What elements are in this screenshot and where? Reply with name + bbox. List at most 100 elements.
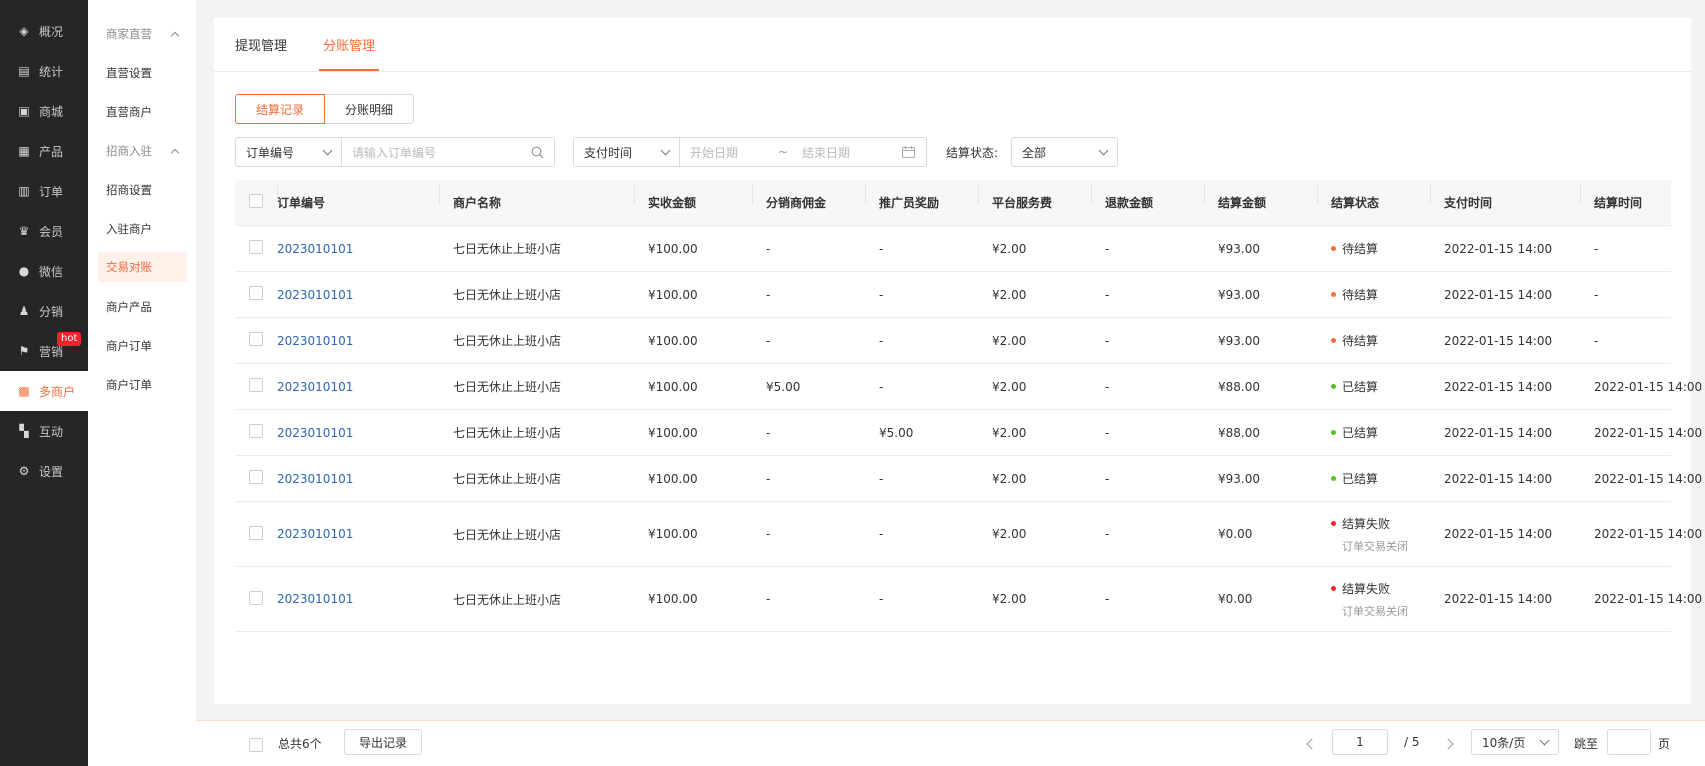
next-page-icon[interactable] <box>1442 738 1454 750</box>
fee-value: ¥2.00 <box>992 379 1027 394</box>
jump-label: 跳至 <box>1574 737 1599 751</box>
nav-item-chart[interactable]: ▤ 统计 <box>0 51 88 91</box>
refund-cell: - <box>1091 592 1204 606</box>
fee-value: ¥2.00 <box>992 287 1027 302</box>
row-checkbox[interactable] <box>249 286 263 300</box>
nav-item-order[interactable]: ▥ 订单 <box>0 171 88 211</box>
subnav-item-direct-merchants[interactable]: 直营商户 <box>88 92 196 131</box>
status-text: 待结算 <box>1342 334 1379 348</box>
order-link[interactable]: 2023010101 <box>277 380 353 394</box>
pay-time-cell: 2022-01-15 14:00 <box>1430 288 1580 302</box>
settle-time-cell: - <box>1580 288 1705 302</box>
row-checkbox[interactable] <box>249 590 263 605</box>
prev-page-icon[interactable] <box>1306 738 1318 750</box>
settle-cell: ¥0.00 <box>1204 527 1317 541</box>
order-link[interactable]: 2023010101 <box>277 288 353 302</box>
status-filter-select[interactable]: 全部 <box>1011 137 1118 167</box>
settle-time-cell: - <box>1580 242 1705 256</box>
column-header: 结算状态 <box>1317 184 1430 211</box>
order-link[interactable]: 2023010101 <box>277 527 353 541</box>
nav-item-interact[interactable]: ▚ 互动 <box>0 411 88 451</box>
date-range-picker[interactable]: 开始日期 ~ 结束日期 <box>679 137 927 167</box>
order-link[interactable]: 2023010101 <box>277 592 353 606</box>
received-cell: ¥100.00 <box>634 288 752 302</box>
row-checkbox-cell <box>235 332 277 349</box>
settle-time-cell: 2022-01-15 14:00 <box>1580 527 1705 541</box>
reward-cell: - <box>865 592 978 606</box>
nav-item-gear[interactable]: ⚙ 设置 <box>0 451 88 491</box>
refund-value: - <box>1105 471 1110 486</box>
fee-value: ¥2.00 <box>992 527 1027 541</box>
end-date-input[interactable]: 结束日期 <box>802 144 902 161</box>
reward-cell: - <box>865 334 978 348</box>
tab-withdraw[interactable]: 提现管理 <box>235 17 287 71</box>
settle-time-value: 2022-01-15 14:00 <box>1594 471 1703 486</box>
nav-item-label: 微信 <box>39 264 64 279</box>
start-date-input[interactable]: 开始日期 <box>690 144 778 161</box>
row-checkbox[interactable] <box>249 470 263 484</box>
order-field-select[interactable]: 订单编号 <box>235 137 342 167</box>
fee-value: ¥2.00 <box>992 471 1027 486</box>
select-all-checkbox[interactable] <box>249 194 263 208</box>
subnav-item-joined-merchants[interactable]: 入驻商户 <box>88 209 196 248</box>
nav-item-layers[interactable]: ◈ 概况 <box>0 11 88 51</box>
settle-cell: ¥93.00 <box>1204 472 1317 486</box>
nav-item-user[interactable]: ♟ 分销 <box>0 291 88 331</box>
page-size-select[interactable]: 10条/页 <box>1471 729 1559 755</box>
order-link[interactable]: 2023010101 <box>277 472 353 486</box>
subnav-item-merchant-orders-2[interactable]: 商户订单 <box>88 365 196 404</box>
nav-item-merchant[interactable]: ▩ 多商户 <box>0 371 88 411</box>
order-search-input[interactable]: 请输入订单编号 <box>341 137 555 167</box>
nav-item-wechat[interactable]: ● 微信 <box>0 251 88 291</box>
tab-split[interactable]: 分账管理 <box>319 17 380 71</box>
page-input[interactable]: 1 <box>1332 729 1388 755</box>
pay-time-cell: 2022-01-15 14:00 <box>1430 334 1580 348</box>
order-link[interactable]: 2023010101 <box>277 242 353 256</box>
subnav-item-invite-settings[interactable]: 招商设置 <box>88 170 196 209</box>
status-filter-label: 结算状态: <box>946 146 999 160</box>
merchant-value: 七日无休止上班小店 <box>453 527 562 542</box>
row-checkbox[interactable] <box>249 525 263 540</box>
settle-value: ¥88.00 <box>1218 425 1260 440</box>
subnav-group-direct[interactable]: 商家直营 <box>88 14 196 53</box>
jump-input[interactable] <box>1607 729 1651 755</box>
status-text: 已结算 <box>1342 426 1379 440</box>
merchant-cell: 七日无休止上班小店 <box>439 424 634 441</box>
segment-split-details[interactable]: 分账明细 <box>325 94 415 124</box>
commission-cell: - <box>752 592 865 606</box>
settle-cell: ¥0.00 <box>1204 592 1317 606</box>
time-field-select[interactable]: 支付时间 <box>573 137 680 167</box>
order-link[interactable]: 2023010101 <box>277 426 353 440</box>
subnav-item-reconciliation[interactable]: 交易对账 <box>98 252 187 282</box>
select-all-checkbox-footer[interactable] <box>249 738 263 752</box>
segment-settlement-records[interactable]: 结算记录 <box>235 94 326 124</box>
row-checkbox[interactable] <box>249 424 263 438</box>
fee-cell: ¥2.00 <box>978 334 1091 348</box>
merchant-cell: 七日无休止上班小店 <box>439 470 634 487</box>
subnav-item-merchant-orders[interactable]: 商户订单 <box>88 326 196 365</box>
subnav-item-merchant-products[interactable]: 商户产品 <box>88 287 196 326</box>
subnav-group-invite[interactable]: 招商入驻 <box>88 131 196 170</box>
merchant-cell: 七日无休止上班小店 <box>439 591 634 608</box>
reward-value: - <box>879 592 884 606</box>
chevron-down-icon <box>660 145 671 155</box>
nav-item-label: 统计 <box>39 64 64 79</box>
settle-time-cell: 2022-01-15 14:00 <box>1580 472 1705 486</box>
nav-item-shop[interactable]: ▣ 商城 <box>0 91 88 131</box>
order-cell: 2023010101 <box>277 380 439 394</box>
subnav-item-direct-settings[interactable]: 直营设置 <box>88 53 196 92</box>
table-row: 2023010101 七日无休止上班小店 ¥100.00 - - ¥2.00 - ¥93.00… <box>235 272 1671 318</box>
nav-item-crown[interactable]: ♛ 会员 <box>0 211 88 251</box>
commission-value: - <box>766 471 771 486</box>
order-link[interactable]: 2023010101 <box>277 334 353 348</box>
settle-time-value: 2022-01-15 14:00 <box>1594 379 1703 394</box>
row-checkbox[interactable] <box>249 332 263 346</box>
commission-cell: - <box>752 472 865 486</box>
settle-time-value: 2022-01-15 14:00 <box>1594 527 1703 541</box>
nav-item-flag[interactable]: ⚑ 营销 hot <box>0 331 88 371</box>
row-checkbox[interactable] <box>249 240 263 254</box>
nav-item-grid[interactable]: ▦ 产品 <box>0 131 88 171</box>
row-checkbox[interactable] <box>249 378 263 392</box>
refund-value: - <box>1105 592 1110 606</box>
export-button[interactable]: 导出记录 <box>344 729 422 755</box>
